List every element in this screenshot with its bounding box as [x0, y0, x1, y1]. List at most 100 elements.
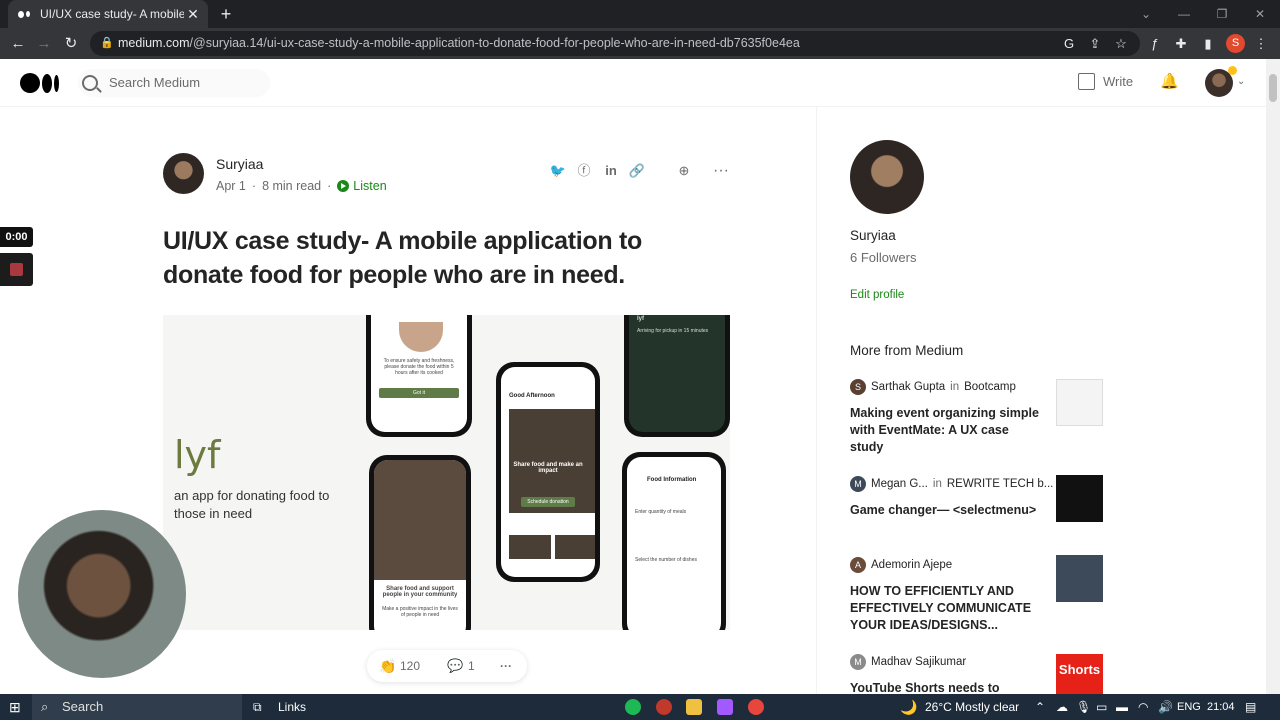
story-author[interactable]: Madhav Sajikumar: [871, 656, 966, 668]
windows-start-icon[interactable]: ⊞: [9, 694, 21, 720]
sidebar-author-avatar[interactable]: [850, 140, 924, 214]
user-avatar[interactable]: [1205, 66, 1237, 97]
search-input[interactable]: Search Medium: [78, 69, 270, 97]
chevron-down-icon[interactable]: ⌄: [1237, 76, 1245, 87]
story-author-avatar: M: [850, 476, 866, 492]
tab-search-icon[interactable]: ⌄: [1128, 0, 1164, 28]
task-view-icon[interactable]: ⧉: [253, 694, 262, 720]
story-item[interactable]: A Ademorin Ajepe HOW TO EFFICIENTLY AND …: [850, 555, 1105, 637]
sidebar-author-name[interactable]: Suryiaa: [850, 228, 896, 243]
copy-link-icon[interactable]: 🔗: [628, 162, 646, 180]
url-host: medium.com: [118, 36, 190, 50]
write-button[interactable]: Write: [1078, 73, 1133, 90]
wifi-icon[interactable]: ◠: [1138, 694, 1148, 720]
story-title[interactable]: Game changer— <selectmenu>: [850, 502, 1040, 519]
story-thumbnail[interactable]: [1056, 555, 1103, 602]
address-bar[interactable]: 🔒 medium.com/@suryiaa.14/ui-ux-case-stud…: [90, 31, 1140, 56]
more-actions-icon[interactable]: ···: [500, 650, 512, 682]
battery-icon[interactable]: ▬: [1116, 694, 1128, 720]
weather-text[interactable]: 26°C Mostly clear: [925, 694, 1019, 720]
medium-logo-icon[interactable]: [20, 72, 59, 94]
story-item[interactable]: S Sarthak Gupta in Bootcamp Making event…: [850, 379, 1105, 459]
bookmark-add-icon[interactable]: ⊕: [675, 162, 693, 180]
twitter-icon[interactable]: 🐦: [549, 162, 567, 180]
browser-tab-strip: UI/UX case study- A mobile appl ✕ + ⌄ — …: [0, 0, 1280, 28]
story-item[interactable]: M Madhav Sajikumar YouTube Shorts needs …: [850, 654, 1105, 694]
taskbar-clock[interactable]: 21:04: [1207, 694, 1235, 720]
linkedin-icon[interactable]: in: [602, 162, 620, 180]
browser-tab[interactable]: UI/UX case study- A mobile appl ✕: [8, 0, 208, 28]
author-avatar[interactable]: [163, 153, 204, 194]
language-indicator[interactable]: ENG: [1177, 694, 1201, 720]
scrollbar-thumb[interactable]: [1269, 74, 1277, 102]
reload-icon[interactable]: ↻: [60, 33, 82, 55]
story-author-avatar: S: [850, 379, 866, 395]
new-tab-button[interactable]: +: [216, 4, 236, 24]
story-item[interactable]: M Megan G... in REWRITE TECH b... Game c…: [850, 475, 1105, 536]
close-window-button[interactable]: ✕: [1242, 0, 1278, 28]
response-icon[interactable]: 💬: [447, 650, 463, 682]
spotify-icon[interactable]: [625, 699, 641, 715]
youtube-shorts-thumbnail[interactable]: Shorts: [1056, 654, 1103, 694]
story-publication[interactable]: Bootcamp: [964, 381, 1016, 393]
chrome-profile-avatar[interactable]: S: [1226, 34, 1245, 53]
more-options-icon[interactable]: ···: [712, 162, 730, 180]
notifications-bell-icon[interactable]: 🔔: [1160, 73, 1179, 91]
chrome-menu-icon[interactable]: ⋮: [1250, 33, 1272, 55]
stop-recording-button[interactable]: [0, 253, 33, 286]
microphone-icon[interactable]: 🎙: [1076, 694, 1091, 720]
file-explorer-icon[interactable]: [686, 699, 702, 715]
url-path: /@suryiaa.14/ui-ux-case-study-a-mobile-a…: [189, 36, 800, 50]
camera-icon[interactable]: ▭: [1096, 694, 1107, 720]
bookmark-star-icon[interactable]: ☆: [1110, 33, 1132, 55]
article-hero-image: lyf an app for donating food to those in…: [163, 315, 730, 630]
google-icon[interactable]: G: [1058, 33, 1080, 55]
back-arrow-icon[interactable]: ←: [7, 33, 29, 55]
taskbar-links-label[interactable]: Links: [278, 694, 306, 720]
restore-button[interactable]: ❐: [1204, 0, 1240, 28]
facebook-icon[interactable]: ⓕ: [575, 162, 593, 180]
phone2-thumb2: [555, 535, 595, 559]
phone2-button: Schedule donation: [521, 497, 575, 507]
side-panel-icon[interactable]: ▮: [1197, 33, 1219, 55]
food-bowl-illustration-icon: [399, 322, 443, 352]
forward-arrow-icon[interactable]: →: [33, 33, 55, 55]
story-title[interactable]: YouTube Shorts needs to: [850, 680, 1040, 694]
story-thumbnail[interactable]: [1056, 475, 1103, 522]
story-title[interactable]: Making event organizing simple with Even…: [850, 405, 1040, 456]
edit-profile-link[interactable]: Edit profile: [850, 289, 904, 301]
listen-button[interactable]: Listen: [337, 179, 387, 193]
minimize-button[interactable]: —: [1166, 0, 1202, 28]
story-author[interactable]: Megan G...: [871, 478, 928, 490]
extension-f-icon[interactable]: ƒ: [1144, 33, 1166, 55]
article-title: UI/UX case study- A mobile application t…: [163, 227, 642, 289]
publish-date: Apr 1: [216, 179, 246, 193]
clap-icon[interactable]: 👏: [379, 650, 396, 682]
story-title[interactable]: HOW TO EFFICIENTLY AND EFFECTIVELY COMMU…: [850, 583, 1040, 634]
tray-chevron-icon[interactable]: ⌃: [1035, 694, 1045, 720]
chrome-icon[interactable]: [748, 699, 764, 715]
phone5-sub: Make a positive impact in the lives of p…: [382, 606, 458, 618]
share-icon[interactable]: ⇪: [1084, 33, 1106, 55]
taskbar-search[interactable]: ⌕ Search: [32, 694, 242, 720]
tab-close-icon[interactable]: ✕: [184, 6, 202, 23]
story-author[interactable]: Ademorin Ajepe: [871, 559, 952, 571]
notification-center-icon[interactable]: ▤: [1245, 694, 1256, 720]
story-byline: S Sarthak Gupta in Bootcamp: [850, 379, 1016, 395]
author-name[interactable]: Suryiaa: [216, 156, 263, 172]
onedrive-icon[interactable]: ☁: [1056, 694, 1068, 720]
figma-icon[interactable]: [717, 699, 733, 715]
story-author[interactable]: Sarthak Gupta: [871, 381, 945, 393]
volume-icon[interactable]: 🔊: [1158, 694, 1173, 720]
page-scrollbar[interactable]: [1266, 59, 1280, 694]
phone1-button: Got it: [379, 388, 459, 398]
story-publication[interactable]: REWRITE TECH b...: [947, 478, 1054, 490]
phone4-field1: Enter quantity of meals: [635, 509, 687, 515]
phone1-text: To ensure safety and freshness, please d…: [383, 358, 455, 376]
story-thumbnail[interactable]: [1056, 379, 1103, 426]
extensions-puzzle-icon[interactable]: ✚: [1170, 33, 1192, 55]
lyf-brand-logo: lyf: [174, 433, 221, 477]
sidebar-followers[interactable]: 6 Followers: [850, 250, 916, 265]
opera-icon[interactable]: [656, 699, 672, 715]
story-author-avatar: A: [850, 557, 866, 573]
